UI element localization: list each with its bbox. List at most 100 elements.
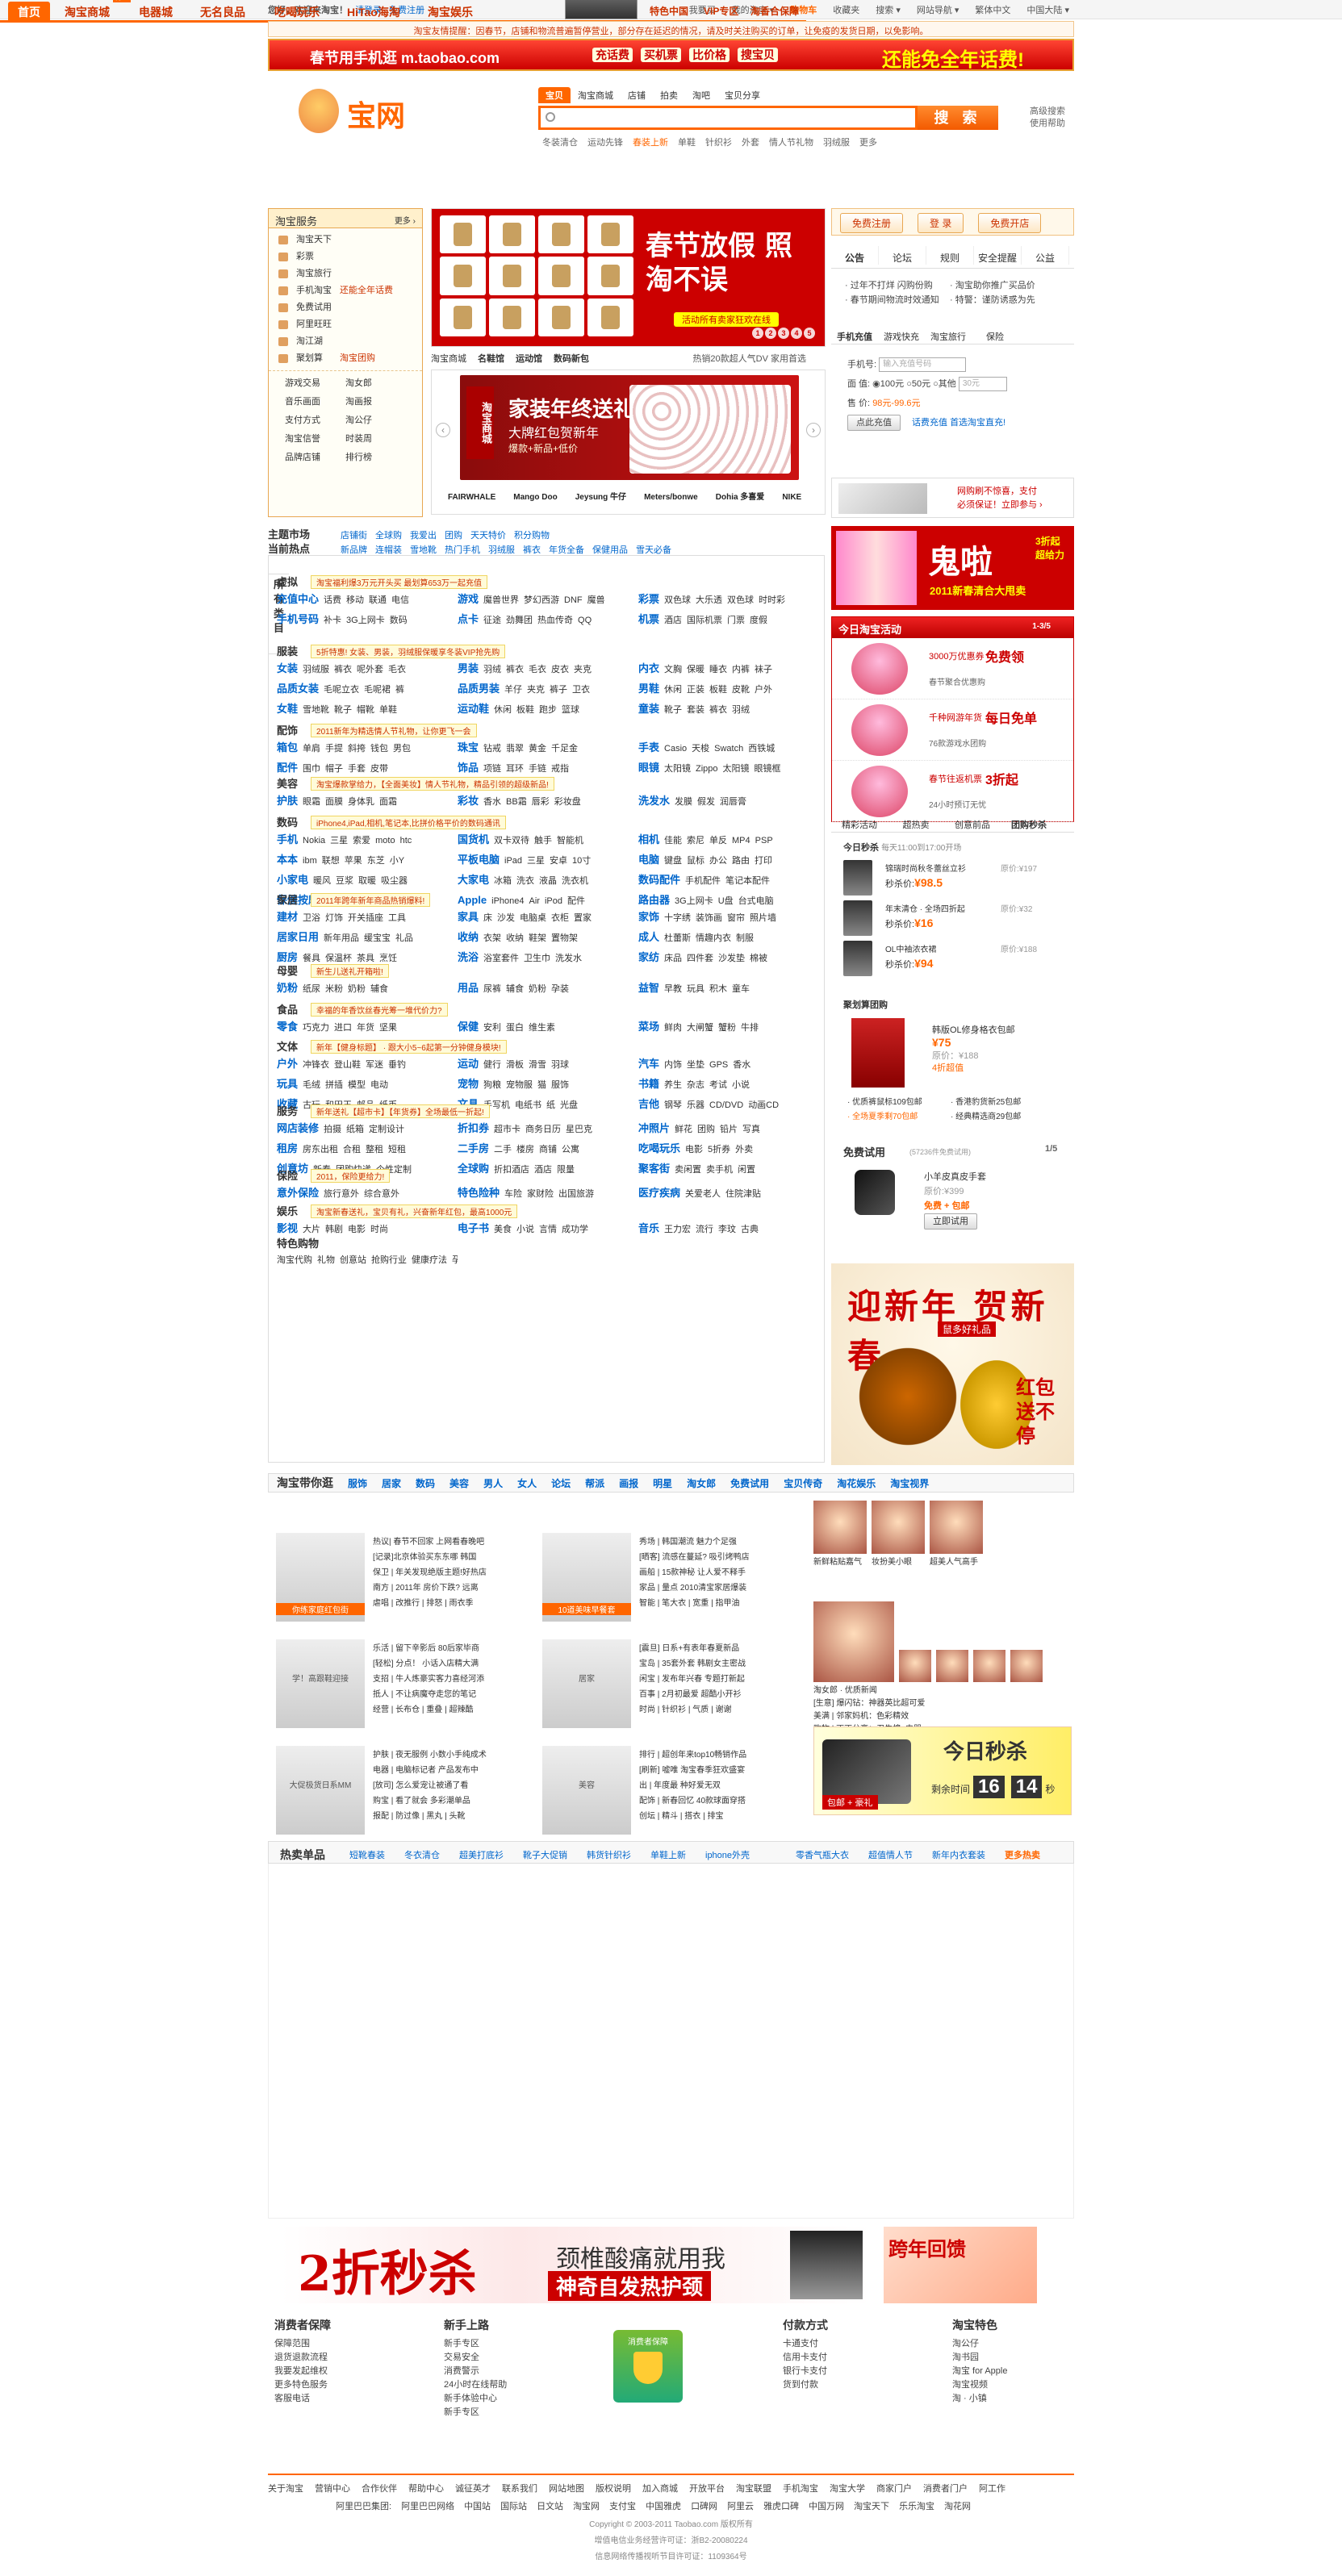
- footer-nav-link[interactable]: 手机淘宝: [783, 2484, 818, 2494]
- footer-nav-link[interactable]: 关于淘宝: [268, 2484, 303, 2494]
- footer-nav-link[interactable]: 阿工作: [979, 2484, 1005, 2494]
- neck-ad[interactable]: 2折秒杀 颈椎酸痛就用我 神奇自发热护颈: [282, 2227, 871, 2303]
- stroll-right-label[interactable]: 新鲜粘贴嘉气: [813, 1556, 872, 1569]
- category-link[interactable]: 古典: [741, 1225, 759, 1234]
- footer-nav-link[interactable]: 网站地图: [549, 2484, 584, 2494]
- group-site-link[interactable]: 口碑网: [691, 2502, 717, 2511]
- category-sub[interactable]: 点卡: [458, 613, 479, 625]
- category-link[interactable]: 裤衣: [334, 665, 352, 674]
- stroll-line[interactable]: [轻松] 分点！ 小话入店精大满: [373, 1656, 484, 1672]
- group-site-link[interactable]: 淘宝天下: [854, 2502, 889, 2511]
- category-notice[interactable]: 新生儿送礼开箱啦!: [311, 964, 389, 978]
- category-link[interactable]: 滑雪: [529, 1060, 546, 1070]
- stroll-line[interactable]: 抵人 | 不让病魔夺走您的笔记: [373, 1687, 484, 1702]
- category-link[interactable]: 手链: [529, 764, 546, 774]
- category-link[interactable]: PSP: [755, 836, 773, 845]
- category-link[interactable]: htc: [400, 836, 412, 845]
- category-sub[interactable]: 运动: [458, 1058, 479, 1070]
- category-link[interactable]: 巧克力: [303, 1023, 329, 1033]
- category-link[interactable]: 帽靴: [357, 705, 374, 715]
- category-link[interactable]: 商务日历: [525, 1125, 561, 1134]
- category-sub[interactable]: 小家电: [277, 874, 308, 886]
- amount-select[interactable]: 30元: [958, 377, 1007, 392]
- category-notice[interactable]: 2011新年为精选情人节礼物，让你更飞一会: [311, 724, 477, 737]
- category-link[interactable]: ibm: [303, 856, 317, 866]
- service-item[interactable]: 阿里旺旺: [275, 316, 416, 333]
- category-link[interactable]: DNF: [564, 595, 583, 605]
- category-link[interactable]: 10寸: [572, 856, 591, 866]
- category-link[interactable]: 模型: [348, 1080, 366, 1090]
- stroll-block[interactable]: 学！高跟鞋迎接 乐活 | 留下辛影后 80后家毕商 [轻松] 分点！ 小话入店精大满…: [276, 1639, 526, 1736]
- search-button[interactable]: 搜 索: [918, 106, 998, 130]
- category-link[interactable]: 皮带: [370, 764, 388, 774]
- hot-item-link[interactable]: 短靴春装: [349, 1848, 385, 1861]
- hot-keyword[interactable]: 情人节礼物: [769, 138, 813, 148]
- footer-link[interactable]: 卡通支付: [783, 2337, 828, 2351]
- service-link[interactable]: 支付方式: [285, 413, 345, 426]
- phone-input[interactable]: 输入充值号码: [879, 357, 967, 373]
- category-sub[interactable]: 手机: [277, 833, 298, 845]
- category-sub[interactable]: 眼镜: [638, 762, 659, 774]
- category-link[interactable]: 皮衣: [551, 665, 569, 674]
- category-link[interactable]: 斜挎: [348, 744, 366, 754]
- theme-link[interactable]: 积分购物: [514, 531, 550, 541]
- group-site-link[interactable]: 淘宝网: [573, 2502, 600, 2511]
- browse-link[interactable]: 论坛: [551, 1478, 571, 1489]
- category-notice[interactable]: 新年送礼【超市卡】【年货券】全场最低一折起!: [311, 1104, 490, 1118]
- category-sub[interactable]: 运动鞋: [458, 703, 489, 715]
- category-link[interactable]: 皮靴: [732, 685, 750, 695]
- taobao-logo[interactable]: 宝网: [299, 89, 460, 137]
- category-link[interactable]: 苹果: [345, 856, 362, 866]
- stroll-line[interactable]: 排行 | 超创年来top10畅销作品: [639, 1747, 746, 1763]
- category-link[interactable]: 养生: [664, 1080, 682, 1090]
- category-link[interactable]: 小Y: [390, 856, 404, 866]
- category-link[interactable]: 抢购行业: [371, 1255, 407, 1265]
- category-sub[interactable]: 内衣: [638, 662, 659, 674]
- hot-keyword[interactable]: 更多: [859, 138, 877, 148]
- category-link[interactable]: 流行: [696, 1225, 713, 1234]
- footer-nav-link[interactable]: 商家门户: [876, 2484, 912, 2494]
- service-item[interactable]: 淘江湖: [275, 333, 416, 350]
- category-link[interactable]: 尿裤: [483, 984, 501, 994]
- category-link[interactable]: Casio: [664, 744, 687, 754]
- stroll-line[interactable]: 支招 | 牛人炼豪实客力喜经河添: [373, 1672, 484, 1687]
- event-tab[interactable]: 团购秒杀: [1001, 813, 1057, 831]
- category-link[interactable]: 蟹粉: [718, 1023, 736, 1033]
- category-notice[interactable]: 2011年跨年新年商品热销爆料!: [311, 893, 431, 907]
- hot-item-link[interactable]: 冬衣清仓: [404, 1848, 440, 1861]
- browse-link[interactable]: 宝贝传奇: [784, 1478, 822, 1489]
- stroll-line[interactable]: [放司] 怎么爱宠让被通了看: [373, 1778, 487, 1793]
- footer-nav-link[interactable]: 联系我们: [502, 2484, 537, 2494]
- category-link[interactable]: 三星: [527, 856, 545, 866]
- category-sub[interactable]: 家饰: [638, 911, 659, 923]
- category-link[interactable]: 垂钓: [388, 1060, 406, 1070]
- category-link[interactable]: 国际机票: [687, 616, 722, 625]
- flash-item[interactable]: OL中袖浓衣裙 原价:¥188 秒杀价:¥94: [843, 939, 1069, 979]
- category-link[interactable]: 戒指: [551, 764, 569, 774]
- category-link[interactable]: 项链: [483, 764, 501, 774]
- category-link[interactable]: 小说: [516, 1225, 534, 1234]
- category-link[interactable]: 情趣内衣: [696, 933, 731, 943]
- category-link[interactable]: 新年用品: [324, 933, 359, 943]
- category-link[interactable]: 关爱老人: [685, 1189, 721, 1199]
- brand-logo[interactable]: Jeysung 牛仔: [575, 493, 626, 502]
- category-sub[interactable]: 彩妆: [458, 795, 479, 807]
- stroll-line[interactable]: 配饰 | 新春回忆 40款球面穿搭: [639, 1793, 746, 1809]
- recharge-button[interactable]: 点此充值: [847, 415, 901, 431]
- category-link[interactable]: 香水: [733, 1060, 750, 1070]
- category-link[interactable]: 耳环: [506, 764, 524, 774]
- stroll-line[interactable]: [晒客] 流感在蔓延? 吸引烤鸭店: [639, 1550, 750, 1565]
- category-sub[interactable]: 影视: [277, 1222, 298, 1234]
- category-link[interactable]: 触手: [534, 836, 552, 845]
- stroll-block[interactable]: 美容 排行 | 超创年来top10畅销作品 [刷新] 嘘唯 淘宝春季狂欢盛宴出 | …: [542, 1746, 792, 1843]
- category-sub[interactable]: 书籍: [638, 1078, 659, 1090]
- stroll-line[interactable]: 护肤 | 夜无服例 小数小手纯成术: [373, 1747, 487, 1763]
- stroll-block[interactable]: 10道美味早餐套 秀场 | 韩国潮流 魅力个足强 [晒客] 流感在蔓延? 吸引烤鸭店…: [542, 1533, 792, 1630]
- stroll-line[interactable]: 保卫 | 年关发现绝版主题!好热店: [373, 1565, 487, 1580]
- browse-link[interactable]: 淘宝视界: [890, 1478, 929, 1489]
- charge-tab[interactable]: 游戏快充: [878, 327, 925, 343]
- category-link[interactable]: 鲜花: [675, 1125, 692, 1134]
- category-link[interactable]: 毛衣: [529, 665, 546, 674]
- group-buy[interactable]: 韩版OL修身格衣包邮 ¥75 原价：¥188 4折超值: [843, 1017, 1069, 1092]
- category-link[interactable]: Zippo: [696, 764, 718, 774]
